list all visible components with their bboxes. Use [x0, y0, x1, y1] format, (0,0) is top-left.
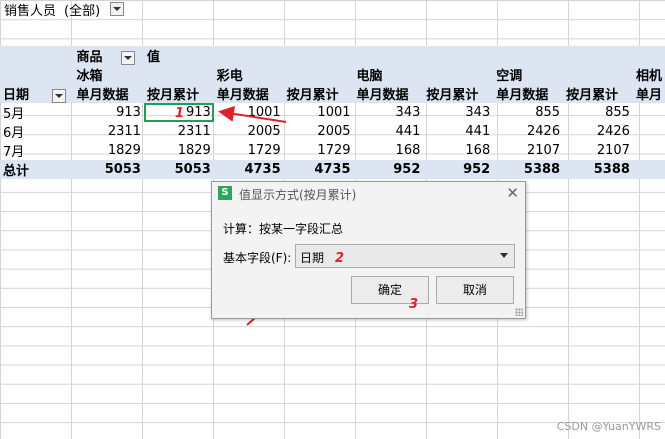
step-label-2: 2 — [335, 251, 345, 266]
calc-text: 计算：按某一字段汇总 — [223, 222, 344, 236]
close-icon[interactable]: ✕ — [506, 184, 519, 202]
arrow-to-cell — [218, 105, 287, 123]
dialog-titlebar[interactable]: S 值显示方式(按月累计) ✕ — [212, 182, 525, 204]
value-display-dialog: S 值显示方式(按月累计) ✕ 计算：按某一字段汇总 基本字段(F): 日期 确… — [211, 181, 526, 319]
base-field-value: 日期 — [300, 251, 325, 265]
step-label-1: 1 — [175, 106, 185, 121]
app-logo-icon: S — [218, 186, 232, 200]
step-label-3: 3 — [409, 297, 419, 312]
dialog-title: 值显示方式(按月累计) — [239, 188, 357, 202]
watermark: CSDN @YuanYWRS — [556, 420, 661, 433]
base-field-label: 基本字段(F): — [223, 251, 292, 265]
resize-grip-icon[interactable] — [515, 308, 523, 316]
base-field-select[interactable]: 日期 — [295, 244, 515, 268]
chevron-down-icon — [500, 253, 508, 258]
cancel-button[interactable]: 取消 — [436, 276, 514, 304]
